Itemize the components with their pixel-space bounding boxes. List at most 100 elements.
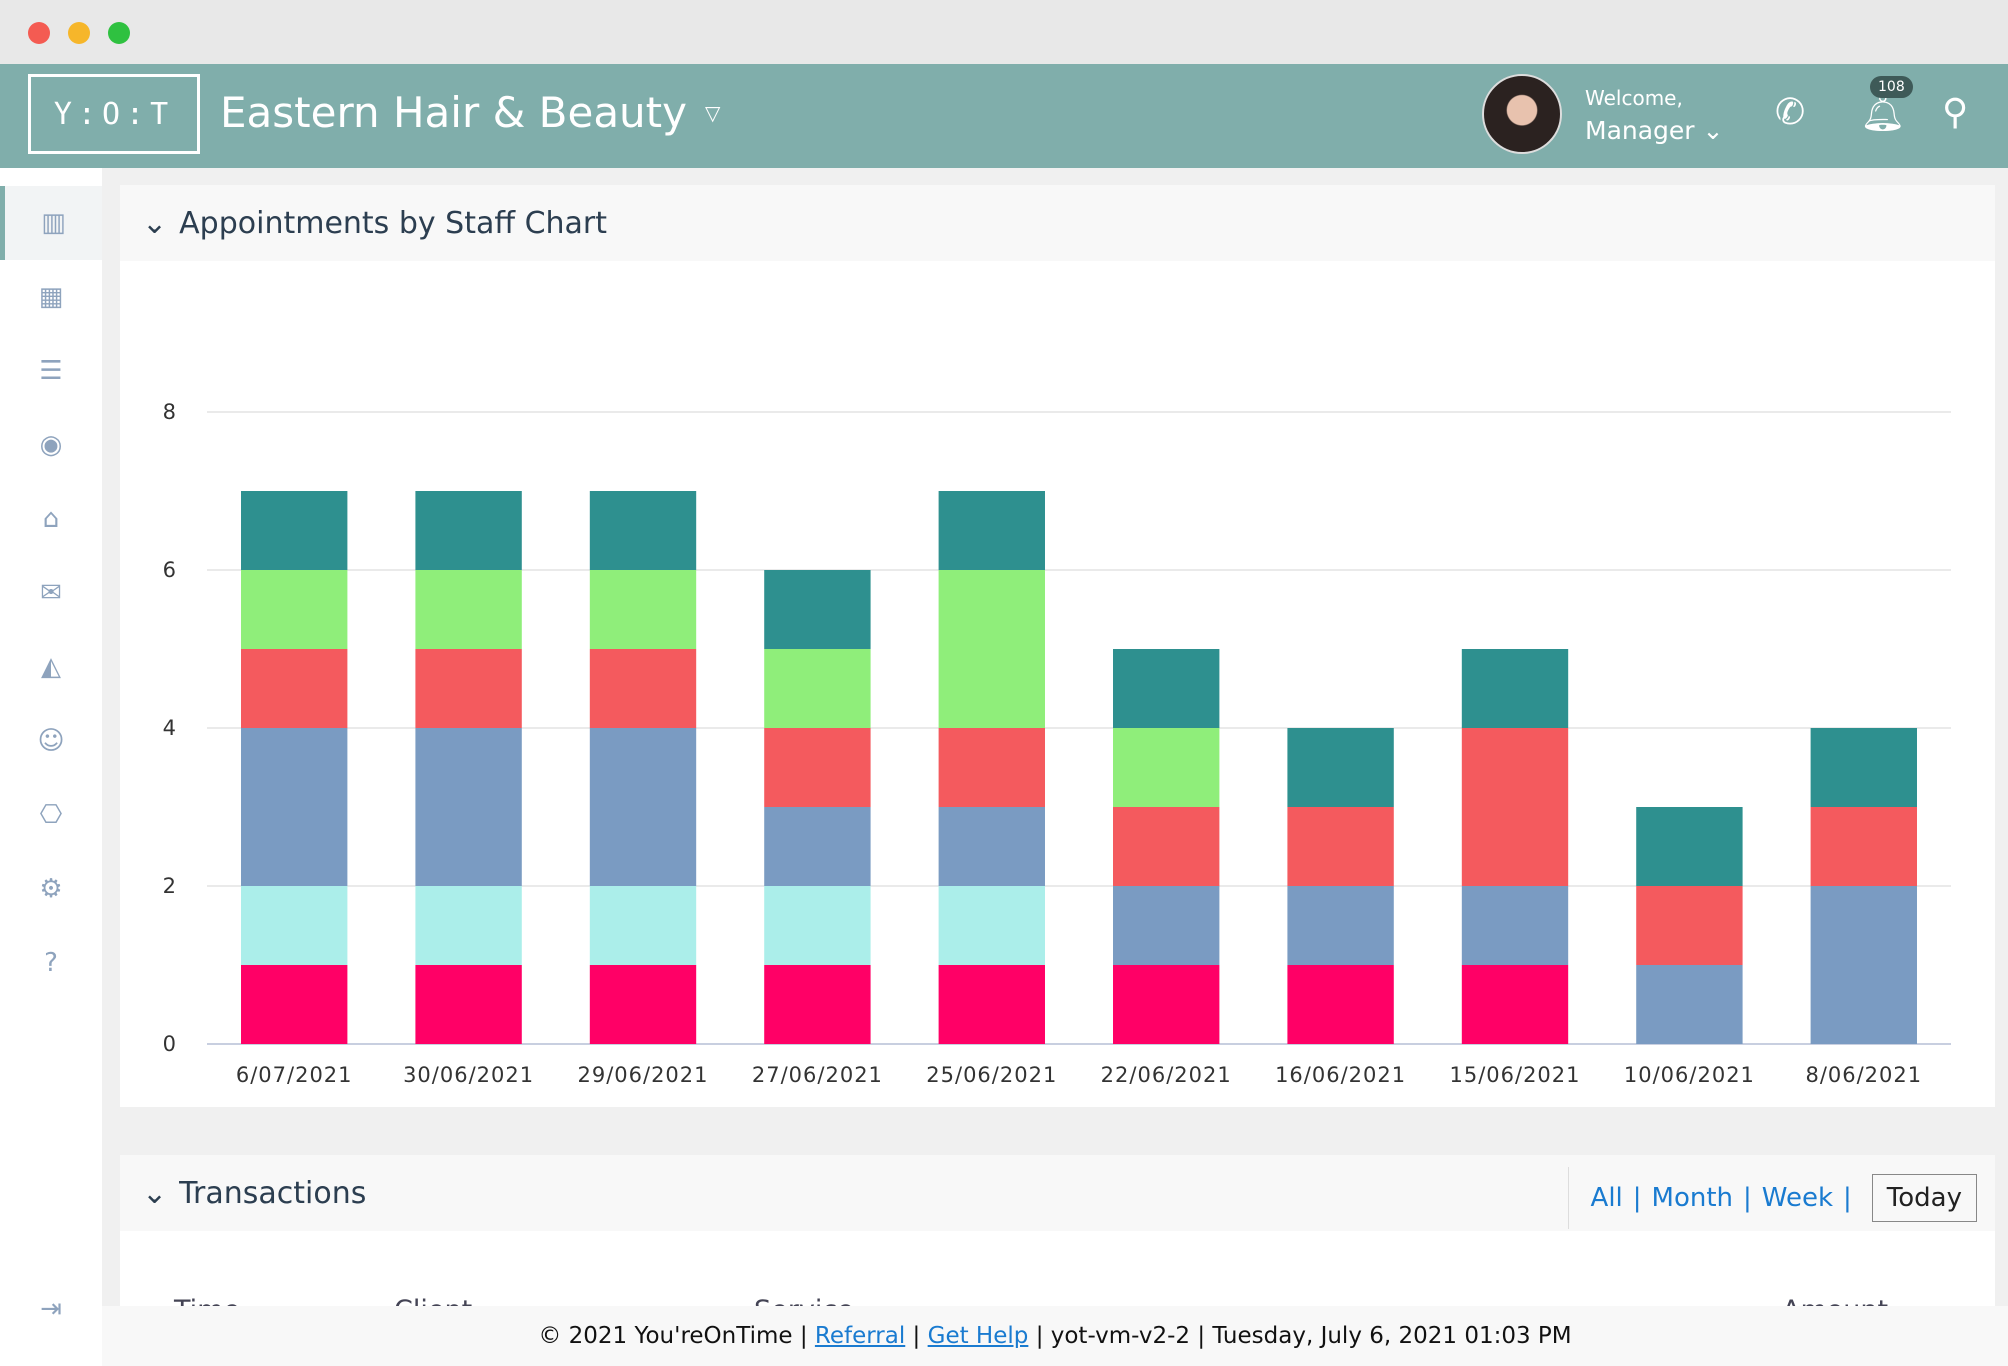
chevron-down-icon: ⌄: [142, 1175, 168, 1211]
bar-segment[interactable]: [415, 491, 522, 570]
inbox-icon[interactable]: ⌂: [0, 482, 102, 556]
bar-segment[interactable]: [589, 728, 697, 886]
receipt-icon[interactable]: ☰: [0, 334, 102, 408]
bar-segment[interactable]: [589, 965, 697, 1044]
bar-chart-icon[interactable]: ▥: [0, 186, 102, 260]
welcome-text: Welcome,: [1585, 86, 1683, 110]
bar-segment[interactable]: [1113, 649, 1220, 728]
bar-segment[interactable]: [1636, 886, 1743, 965]
maximize-window-button[interactable]: [108, 22, 130, 44]
bar-segment[interactable]: [1461, 965, 1569, 1044]
bar-segment[interactable]: [241, 965, 348, 1044]
bar-segment[interactable]: [764, 649, 871, 728]
mail-icon[interactable]: ✉: [0, 556, 102, 630]
bar-segment[interactable]: [589, 886, 697, 965]
bar-segment[interactable]: [589, 649, 697, 728]
chart-title: Appointments by Staff Chart: [179, 205, 608, 241]
transactions-panel: ⌄ Transactions All| Month| Week| Today Ti…: [120, 1155, 1995, 1306]
bar-segment[interactable]: [764, 728, 871, 807]
bar-segment[interactable]: [764, 807, 871, 886]
bar-segment[interactable]: [938, 491, 1045, 570]
chart-panel-header[interactable]: ⌄ Appointments by Staff Chart: [120, 185, 1995, 261]
bar-segment[interactable]: [1287, 728, 1394, 807]
bar-segment[interactable]: [589, 570, 697, 649]
filter-today[interactable]: Today: [1871, 1174, 1977, 1222]
bar-segment[interactable]: [938, 886, 1045, 965]
logout-icon[interactable]: ⇥: [0, 1272, 102, 1346]
column-client[interactable]: Client: [394, 1295, 472, 1306]
bar-segment[interactable]: [1810, 886, 1917, 1044]
column-time[interactable]: Time: [174, 1295, 240, 1306]
filter-week[interactable]: Week: [1762, 1183, 1833, 1213]
minimize-window-button[interactable]: [68, 22, 90, 44]
users-icon[interactable]: ☺: [0, 704, 102, 778]
bar-segment[interactable]: [1113, 807, 1220, 886]
bar-segment[interactable]: [1113, 886, 1220, 965]
chevron-down-icon: ⌄: [142, 205, 168, 241]
x-tick-label: 27/06/2021: [752, 1063, 883, 1087]
bar-segment[interactable]: [1461, 886, 1569, 965]
bar-segment[interactable]: [938, 570, 1045, 728]
bar-segment[interactable]: [589, 491, 697, 570]
bar-segment[interactable]: [938, 728, 1045, 807]
search-icon[interactable]: ⚲: [1942, 92, 1968, 133]
bar-segment[interactable]: [764, 570, 871, 649]
bar-segment[interactable]: [241, 491, 348, 570]
bar-segment[interactable]: [1636, 807, 1743, 886]
user-circle-icon[interactable]: ◉: [0, 408, 102, 482]
bar-segment[interactable]: [938, 965, 1045, 1044]
bar-segment[interactable]: [764, 886, 871, 965]
bar-segment[interactable]: [1113, 728, 1220, 807]
user-menu[interactable]: Manager ⌄: [1585, 116, 1724, 145]
phone-icon[interactable]: ✆: [1775, 92, 1805, 133]
bar-segment[interactable]: [1287, 965, 1394, 1044]
bar-segment[interactable]: [1810, 728, 1917, 807]
logo[interactable]: Y:O:T: [28, 74, 200, 154]
bar-segment[interactable]: [764, 965, 871, 1044]
column-service[interactable]: Service: [754, 1295, 854, 1306]
get-help-link[interactable]: Get Help: [928, 1323, 1029, 1349]
gift-icon[interactable]: ⎔: [0, 778, 102, 852]
bar-segment[interactable]: [1113, 965, 1220, 1044]
stacked-bar-chart: 0 2 4 6 8 6/07/2021 30/06/2021 29/06/2021 27/06/…: [163, 400, 1951, 1087]
bar-segment[interactable]: [241, 649, 348, 728]
referral-link[interactable]: Referral: [815, 1323, 905, 1349]
bar-segment[interactable]: [1636, 965, 1743, 1044]
x-tick-label: 30/06/2021: [403, 1063, 534, 1087]
bar-segment[interactable]: [1287, 807, 1394, 886]
gear-icon[interactable]: ⚙: [0, 852, 102, 926]
business-selector[interactable]: Eastern Hair & Beauty ▽: [220, 88, 720, 137]
bell-icon[interactable]: 🔔︎: [1860, 92, 1906, 134]
x-tick-label: 15/06/2021: [1449, 1063, 1580, 1087]
calendar-icon[interactable]: ▦: [0, 260, 102, 334]
y-tick-label: 8: [163, 400, 176, 424]
bar-segment[interactable]: [1461, 649, 1569, 728]
avatar[interactable]: [1482, 74, 1562, 154]
bar-segment[interactable]: [415, 965, 522, 1044]
filter-month[interactable]: Month: [1652, 1183, 1734, 1213]
column-amount[interactable]: Amount: [1782, 1295, 1888, 1306]
bar-segment[interactable]: [415, 649, 522, 728]
footer: © 2021 You'reOnTime | Referral | Get Hel…: [102, 1306, 2008, 1366]
filter-all[interactable]: All: [1591, 1183, 1623, 1213]
close-window-button[interactable]: [28, 22, 50, 44]
bar-segment[interactable]: [415, 886, 522, 965]
business-name: Eastern Hair & Beauty: [220, 88, 688, 137]
bar-segment[interactable]: [415, 570, 522, 649]
bar-segment[interactable]: [1461, 728, 1569, 886]
bar-segment[interactable]: [1287, 886, 1394, 965]
chart-panel: ⌄ Appointments by Staff Chart 0 2 4 6 8 6/07/2…: [120, 185, 1995, 1107]
help-icon[interactable]: ?: [0, 926, 102, 1000]
bar-segment[interactable]: [241, 570, 348, 649]
x-tick-label: 6/07/2021: [236, 1063, 353, 1087]
bar-segment[interactable]: [241, 728, 348, 886]
bar-segment[interactable]: [415, 728, 522, 886]
footer-info: | yot-vm-v2-2 | Tuesday, July 6, 2021 01…: [1035, 1323, 1572, 1349]
bar-segment[interactable]: [241, 886, 348, 965]
window-titlebar: [0, 0, 2008, 64]
chevron-down-icon: ⌄: [1702, 116, 1724, 145]
bar-segment[interactable]: [938, 807, 1045, 886]
bar-segment[interactable]: [1810, 807, 1917, 886]
area-chart-icon[interactable]: ◭: [0, 630, 102, 704]
period-filter: All | Month | Week | Today: [1567, 1167, 1977, 1229]
